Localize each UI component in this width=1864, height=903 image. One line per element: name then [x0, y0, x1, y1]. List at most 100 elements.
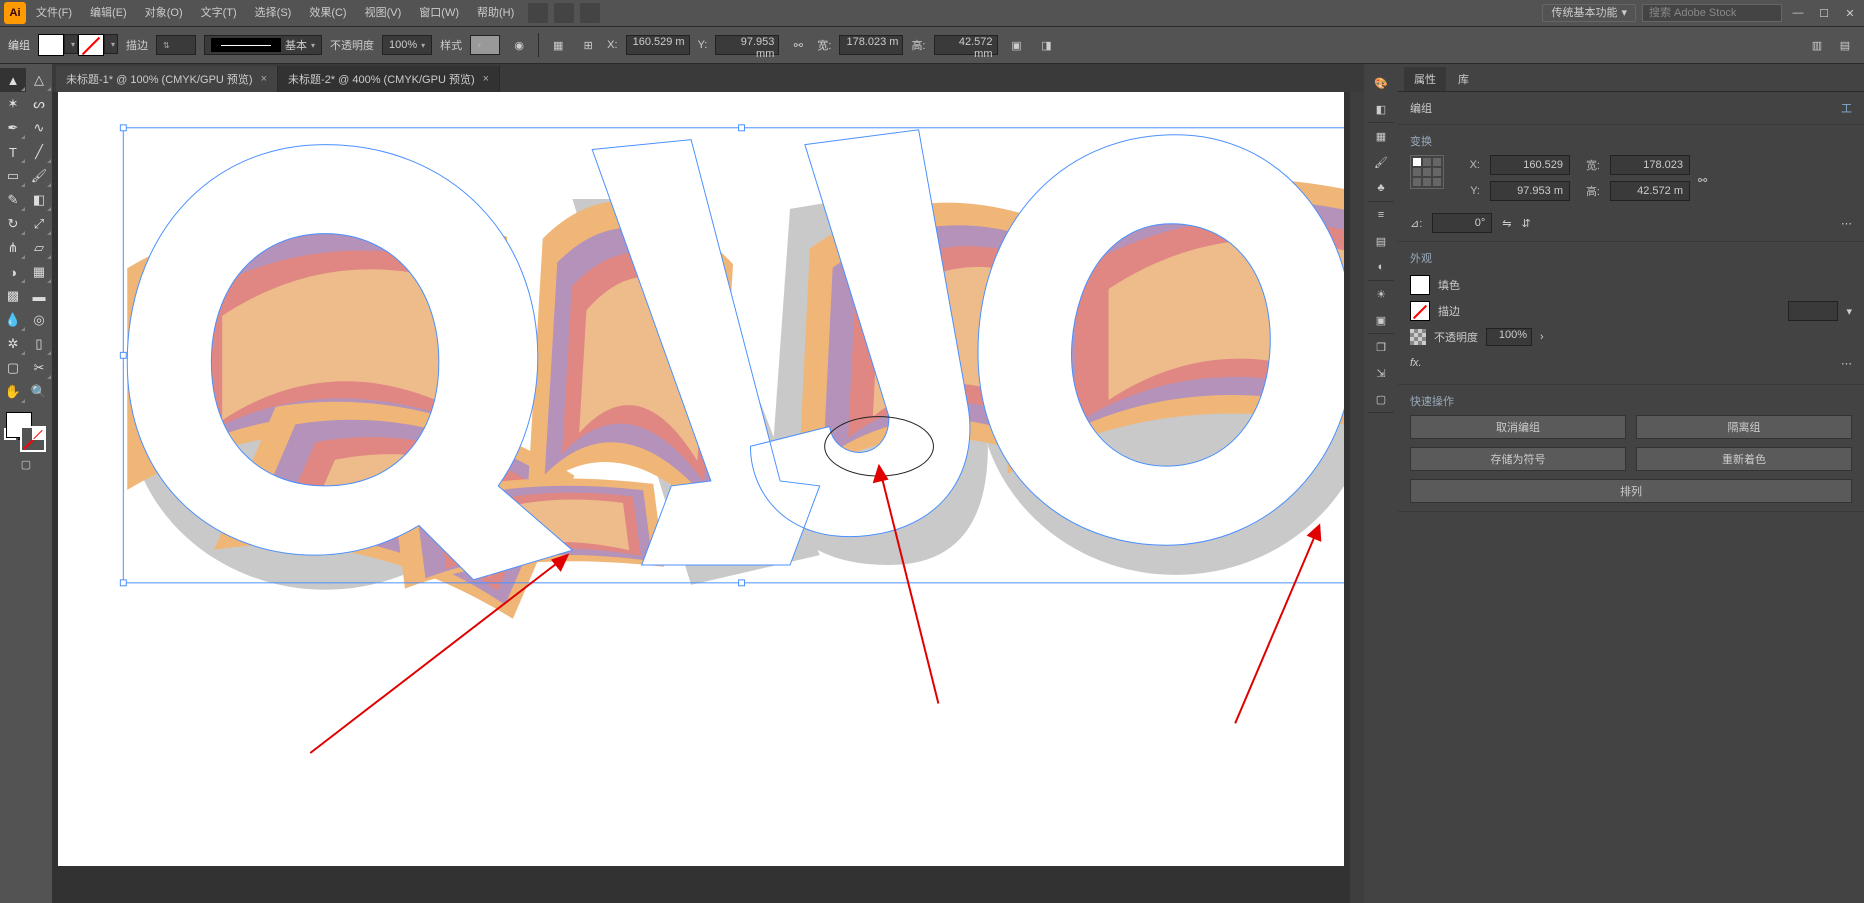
- menu-object[interactable]: 对象(O): [137, 0, 191, 26]
- scale-tool[interactable]: ⤢: [26, 212, 52, 236]
- artboards-panel-icon[interactable]: ▢: [1372, 390, 1390, 408]
- swatches-panel-icon[interactable]: ▦: [1372, 127, 1390, 145]
- transparency-panel-icon[interactable]: ◐: [1372, 258, 1390, 276]
- close-tab-icon[interactable]: ×: [261, 73, 267, 85]
- w-field[interactable]: 178.023 m: [839, 35, 903, 55]
- workspace-switcher[interactable]: 传统基本功能▾: [1542, 4, 1636, 22]
- menu-type[interactable]: 文字(T): [193, 0, 245, 26]
- flip-h-icon[interactable]: ⇋: [1502, 217, 1511, 230]
- search-input[interactable]: 搜索 Adobe Stock: [1642, 4, 1782, 22]
- isolate-group-button[interactable]: 隔离组: [1636, 415, 1852, 439]
- angle-input[interactable]: 0°: [1432, 213, 1492, 233]
- stroke-profile-dropdown[interactable]: 基本▾: [204, 35, 322, 55]
- stroke-weight-field[interactable]: ⇅: [156, 35, 196, 55]
- minimize-icon[interactable]: —: [1788, 7, 1808, 19]
- link-wh-icon[interactable]: ⚯: [787, 34, 809, 56]
- flip-v-icon[interactable]: ⇵: [1522, 217, 1531, 230]
- stroke-weight-dd[interactable]: ▾: [1846, 305, 1852, 318]
- y-field[interactable]: 97.953 mm: [715, 35, 779, 55]
- column-graph-tool[interactable]: ▯: [26, 332, 52, 356]
- close-icon[interactable]: ✕: [1840, 7, 1860, 20]
- zoom-tool[interactable]: 🔍: [26, 380, 52, 404]
- reference-point-grid[interactable]: [1410, 155, 1444, 189]
- style-dropdown[interactable]: ▾: [470, 35, 500, 55]
- tool-options-link[interactable]: 工: [1841, 100, 1852, 116]
- width-tool[interactable]: ⋔: [0, 236, 26, 260]
- opacity-input[interactable]: 100%: [1486, 328, 1532, 346]
- symbols-panel-icon[interactable]: ♣: [1372, 179, 1390, 197]
- h-field[interactable]: 42.572 mm: [934, 35, 998, 55]
- stroke-panel-icon[interactable]: ≡: [1372, 206, 1390, 224]
- x-field[interactable]: 160.529 m: [626, 35, 690, 55]
- menu-edit[interactable]: 编辑(E): [82, 0, 135, 26]
- ungroup-button[interactable]: 取消编组: [1410, 415, 1626, 439]
- stroke-swatch[interactable]: [1410, 301, 1430, 321]
- menu-view[interactable]: 视图(V): [357, 0, 410, 26]
- screen-mode-button[interactable]: ▢: [0, 452, 52, 476]
- perspective-tool[interactable]: ▦: [26, 260, 52, 284]
- blend-tool[interactable]: ◎: [26, 308, 52, 332]
- w-input[interactable]: 178.023: [1610, 155, 1690, 175]
- doc-setup-icon[interactable]: ▥: [1806, 34, 1828, 56]
- recolor-icon[interactable]: ◉: [508, 34, 530, 56]
- bridge-icon[interactable]: [528, 3, 548, 23]
- arrange-button[interactable]: 排列: [1410, 479, 1852, 503]
- opacity-field[interactable]: 100%▾: [382, 35, 432, 55]
- mesh-tool[interactable]: ▩: [0, 284, 26, 308]
- tab-properties[interactable]: 属性: [1404, 67, 1446, 91]
- slice-tool[interactable]: ✂: [26, 356, 52, 380]
- gradient-panel-icon[interactable]: ▤: [1372, 232, 1390, 250]
- stroke-swatch[interactable]: [78, 34, 104, 56]
- isolate-icon[interactable]: ◨: [1036, 34, 1058, 56]
- transform-icon[interactable]: ▣: [1006, 34, 1028, 56]
- prefs-icon[interactable]: ▤: [1834, 34, 1856, 56]
- brushes-panel-icon[interactable]: 🖌: [1372, 153, 1390, 171]
- ref-point-icon[interactable]: ⊞: [577, 34, 599, 56]
- menu-effect[interactable]: 效果(C): [301, 0, 354, 26]
- close-tab-icon[interactable]: ×: [483, 73, 489, 85]
- color-guide-icon[interactable]: ◧: [1372, 100, 1390, 118]
- recolor-button[interactable]: 重新着色: [1636, 447, 1852, 471]
- x-input[interactable]: 160.529: [1490, 155, 1570, 175]
- align-icon[interactable]: ▦: [547, 34, 569, 56]
- lasso-tool[interactable]: ᔕ: [26, 92, 52, 116]
- pen-tool[interactable]: ✒: [0, 116, 26, 140]
- fill-stroke-control[interactable]: [0, 410, 52, 454]
- eyedropper-tool[interactable]: 💧: [0, 308, 26, 332]
- menu-select[interactable]: 选择(S): [247, 0, 300, 26]
- tab-libraries[interactable]: 库: [1448, 67, 1479, 91]
- link-wh-icon[interactable]: ⚯: [1698, 174, 1707, 187]
- more-options-icon[interactable]: ⋯: [1841, 217, 1852, 230]
- color-panel-icon[interactable]: 🎨: [1372, 74, 1390, 92]
- maximize-icon[interactable]: ☐: [1814, 7, 1834, 20]
- graphic-styles-icon[interactable]: ▣: [1372, 311, 1390, 329]
- fx-button[interactable]: fx.: [1410, 357, 1422, 369]
- arrange-icon[interactable]: [580, 3, 600, 23]
- fill-dropdown[interactable]: ▾: [64, 34, 78, 54]
- shape-builder-tool[interactable]: ◑: [0, 260, 26, 284]
- artboard-tool[interactable]: ▢: [0, 356, 26, 380]
- type-tool[interactable]: T: [0, 140, 26, 164]
- direct-selection-tool[interactable]: △: [26, 68, 52, 92]
- menu-window[interactable]: 窗口(W): [411, 0, 467, 26]
- paintbrush-tool[interactable]: 🖌: [26, 164, 52, 188]
- free-transform-tool[interactable]: ▱: [26, 236, 52, 260]
- document-tab[interactable]: 未标题-1* @ 100% (CMYK/GPU 预览)×: [56, 66, 278, 92]
- line-tool[interactable]: ╱: [26, 140, 52, 164]
- layers-panel-icon[interactable]: ❐: [1372, 338, 1390, 356]
- stroke-dropdown[interactable]: ▾: [104, 34, 118, 54]
- y-input[interactable]: 97.953 m: [1490, 181, 1570, 201]
- curvature-tool[interactable]: ∿: [26, 116, 52, 140]
- symbol-sprayer-tool[interactable]: ✲: [0, 332, 26, 356]
- menu-help[interactable]: 帮助(H): [469, 0, 522, 26]
- selection-tool[interactable]: ▲: [0, 68, 26, 92]
- magic-wand-tool[interactable]: ✶: [0, 92, 26, 116]
- stroke-weight-input[interactable]: [1788, 301, 1838, 321]
- fill-swatch[interactable]: [1410, 275, 1430, 295]
- document-tab[interactable]: 未标题-2* @ 400% (CMYK/GPU 预览)×: [278, 66, 500, 92]
- save-as-symbol-button[interactable]: 存储为符号: [1410, 447, 1626, 471]
- eraser-tool[interactable]: ◧: [26, 188, 52, 212]
- fill-swatch[interactable]: [38, 34, 64, 56]
- shaper-tool[interactable]: ✎: [0, 188, 26, 212]
- hand-tool[interactable]: ✋: [0, 380, 26, 404]
